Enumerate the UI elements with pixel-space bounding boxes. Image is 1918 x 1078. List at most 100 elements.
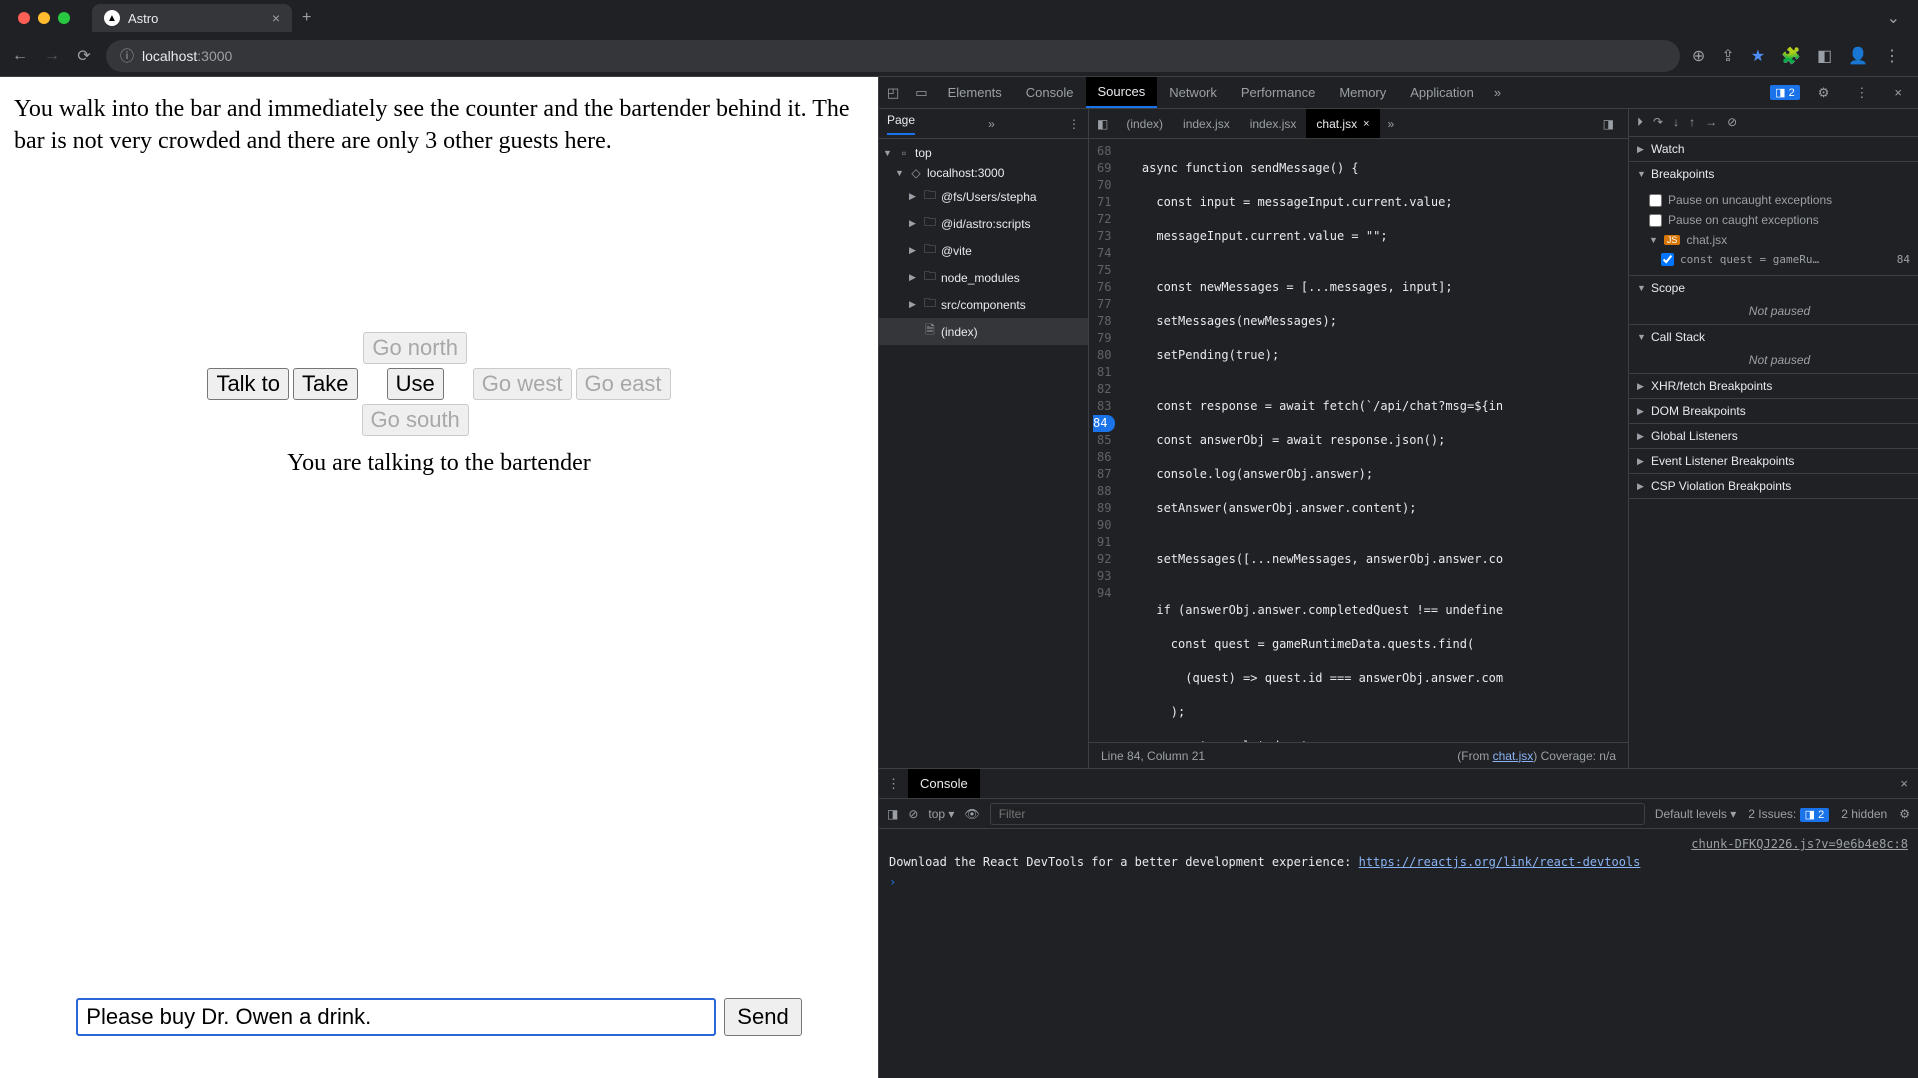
- breakpoints-section[interactable]: ▼Breakpoints: [1629, 162, 1918, 186]
- deactivate-bp-icon[interactable]: ⊘: [1727, 115, 1737, 130]
- live-expression-icon[interactable]: 👁: [964, 807, 979, 821]
- devtools-menu-icon[interactable]: ⋮: [1847, 85, 1876, 101]
- tree-astro-scripts[interactable]: ▶🗀@id/astro:scripts: [879, 210, 1088, 237]
- send-button[interactable]: Send: [724, 998, 801, 1036]
- editor-tab-indexjsx1[interactable]: index.jsx: [1173, 109, 1240, 138]
- nav-menu-icon[interactable]: ⋮: [1068, 117, 1080, 131]
- use-button[interactable]: Use: [387, 368, 444, 400]
- scope-section[interactable]: ▼Scope: [1629, 276, 1918, 300]
- more-tabs-icon[interactable]: »: [1486, 85, 1509, 100]
- tree-fs[interactable]: ▶🗀@fs/Users/stepha: [879, 183, 1088, 210]
- devtools-close-icon[interactable]: ×: [1886, 85, 1910, 100]
- console-body[interactable]: chunk-DFKQJ226.js?v=9e6b4e8c:8 Download …: [879, 829, 1918, 1078]
- settings-icon[interactable]: ⚙: [1810, 85, 1838, 101]
- go-south-button[interactable]: Go south: [362, 404, 469, 436]
- talk-to-button[interactable]: Talk to: [207, 368, 289, 400]
- window-minimize-icon[interactable]: [38, 12, 50, 24]
- more-subtabs-icon[interactable]: »: [988, 117, 995, 131]
- tree-node-modules[interactable]: ▶🗀node_modules: [879, 264, 1088, 291]
- issues-badge[interactable]: ◨ 2: [1770, 85, 1800, 100]
- global-listeners-section[interactable]: ▶Global Listeners: [1629, 424, 1918, 448]
- console-sidebar-icon[interactable]: ◨: [887, 807, 898, 821]
- tab-elements[interactable]: Elements: [936, 77, 1014, 108]
- source-file-link[interactable]: chat.jsx: [1493, 749, 1534, 763]
- forward-button[interactable]: →: [42, 47, 62, 65]
- page-subtab[interactable]: Page: [887, 113, 915, 135]
- toggle-sidebar-icon[interactable]: ◨: [1595, 117, 1622, 131]
- log-levels-dropdown[interactable]: Default levels ▾: [1655, 807, 1736, 821]
- new-tab-button[interactable]: +: [302, 9, 311, 27]
- game-message-input[interactable]: [76, 998, 716, 1036]
- issues-count[interactable]: 2 Issues: ◨ 2: [1748, 807, 1829, 821]
- react-devtools-link[interactable]: https://reactjs.org/link/react-devtools: [1359, 855, 1641, 869]
- tab-network[interactable]: Network: [1157, 77, 1229, 108]
- take-button[interactable]: Take: [293, 368, 357, 400]
- pause-uncaught-checkbox[interactable]: [1649, 194, 1662, 207]
- tree-index[interactable]: 🗎(index): [879, 318, 1088, 345]
- csp-bp-section[interactable]: ▶CSP Violation Breakpoints: [1629, 474, 1918, 498]
- code-editor[interactable]: 68697071 72737475 76777879 80818283 8485…: [1089, 139, 1628, 742]
- back-button[interactable]: ←: [10, 47, 30, 65]
- step-into-icon[interactable]: ↓: [1673, 115, 1679, 130]
- toggle-nav-icon[interactable]: ◧: [1089, 117, 1116, 131]
- tab-dropdown-icon[interactable]: ⌄: [1887, 8, 1910, 28]
- hidden-count[interactable]: 2 hidden: [1841, 807, 1887, 821]
- xhr-section[interactable]: ▶XHR/fetch Breakpoints: [1629, 374, 1918, 398]
- callstack-section[interactable]: ▼Call Stack: [1629, 325, 1918, 349]
- breakpoint-checkbox[interactable]: [1661, 253, 1674, 266]
- device-icon[interactable]: ▭: [907, 85, 935, 101]
- console-settings-icon[interactable]: ⚙: [1899, 807, 1910, 821]
- editor-tab-indexjsx2[interactable]: index.jsx: [1240, 109, 1307, 138]
- site-info-icon[interactable]: ⓘ: [120, 46, 134, 66]
- step-icon[interactable]: →: [1705, 115, 1717, 130]
- url-input[interactable]: ⓘ localhost:3000: [106, 40, 1680, 72]
- share-icon[interactable]: ⇪: [1721, 46, 1734, 66]
- zoom-icon[interactable]: ⊕: [1692, 46, 1705, 66]
- line-gutter[interactable]: 68697071 72737475 76777879 80818283 8485…: [1089, 139, 1119, 742]
- close-tab-icon[interactable]: ×: [1363, 118, 1369, 130]
- log-source-link[interactable]: chunk-DFKQJ226.js?v=9e6b4e8c:8: [1691, 837, 1908, 851]
- tree-host[interactable]: ▼◇localhost:3000: [879, 163, 1088, 183]
- bookmark-icon[interactable]: ★: [1751, 46, 1765, 66]
- tab-performance[interactable]: Performance: [1229, 77, 1327, 108]
- menu-icon[interactable]: ⋮: [1884, 46, 1900, 66]
- profile-icon[interactable]: 👤: [1848, 46, 1868, 66]
- reload-button[interactable]: ⟳: [74, 46, 94, 66]
- pause-caught-checkbox[interactable]: [1649, 214, 1662, 227]
- resume-icon[interactable]: ⏵: [1637, 115, 1643, 130]
- browser-tab[interactable]: ▲ Astro ×: [92, 4, 292, 32]
- tab-application[interactable]: Application: [1398, 77, 1486, 108]
- tree-vite[interactable]: ▶🗀@vite: [879, 237, 1088, 264]
- close-drawer-icon[interactable]: ×: [1890, 776, 1918, 791]
- go-west-button[interactable]: Go west: [473, 368, 572, 400]
- breakpoint-file[interactable]: ▼JSchat.jsx: [1649, 230, 1910, 250]
- tree-top[interactable]: ▼▫top: [879, 143, 1088, 163]
- editor-tab-chatjsx[interactable]: chat.jsx×: [1306, 109, 1379, 138]
- more-editor-tabs-icon[interactable]: »: [1380, 117, 1403, 131]
- breakpoint-entry[interactable]: const quest = gameRu…84: [1649, 250, 1910, 269]
- inspect-icon[interactable]: ◰: [879, 85, 907, 101]
- tab-memory[interactable]: Memory: [1327, 77, 1398, 108]
- window-maximize-icon[interactable]: [58, 12, 70, 24]
- drawer-menu-icon[interactable]: ⋮: [879, 776, 908, 792]
- editor-tab-index[interactable]: (index): [1116, 109, 1173, 138]
- dom-bp-section[interactable]: ▶DOM Breakpoints: [1629, 399, 1918, 423]
- console-drawer-tab[interactable]: Console: [908, 769, 980, 798]
- extensions-icon[interactable]: 🧩: [1781, 46, 1801, 66]
- tab-console[interactable]: Console: [1014, 77, 1086, 108]
- watch-section[interactable]: ▶Watch: [1629, 137, 1918, 161]
- console-filter-input[interactable]: [990, 803, 1645, 825]
- go-north-button[interactable]: Go north: [363, 332, 467, 364]
- console-prompt-icon[interactable]: ›: [889, 871, 1908, 893]
- step-out-icon[interactable]: ↑: [1689, 115, 1695, 130]
- event-bp-section[interactable]: ▶Event Listener Breakpoints: [1629, 449, 1918, 473]
- tab-sources[interactable]: Sources: [1086, 77, 1158, 108]
- tree-src-components[interactable]: ▶🗀src/components: [879, 291, 1088, 318]
- go-east-button[interactable]: Go east: [576, 368, 671, 400]
- clear-console-icon[interactable]: ⊘: [908, 807, 918, 821]
- console-context[interactable]: top ▾: [928, 807, 954, 821]
- code-content[interactable]: async function sendMessage() { const inp…: [1119, 139, 1628, 742]
- window-close-icon[interactable]: [18, 12, 30, 24]
- step-over-icon[interactable]: ↷: [1653, 115, 1663, 130]
- sidepanel-icon[interactable]: ◧: [1817, 46, 1832, 66]
